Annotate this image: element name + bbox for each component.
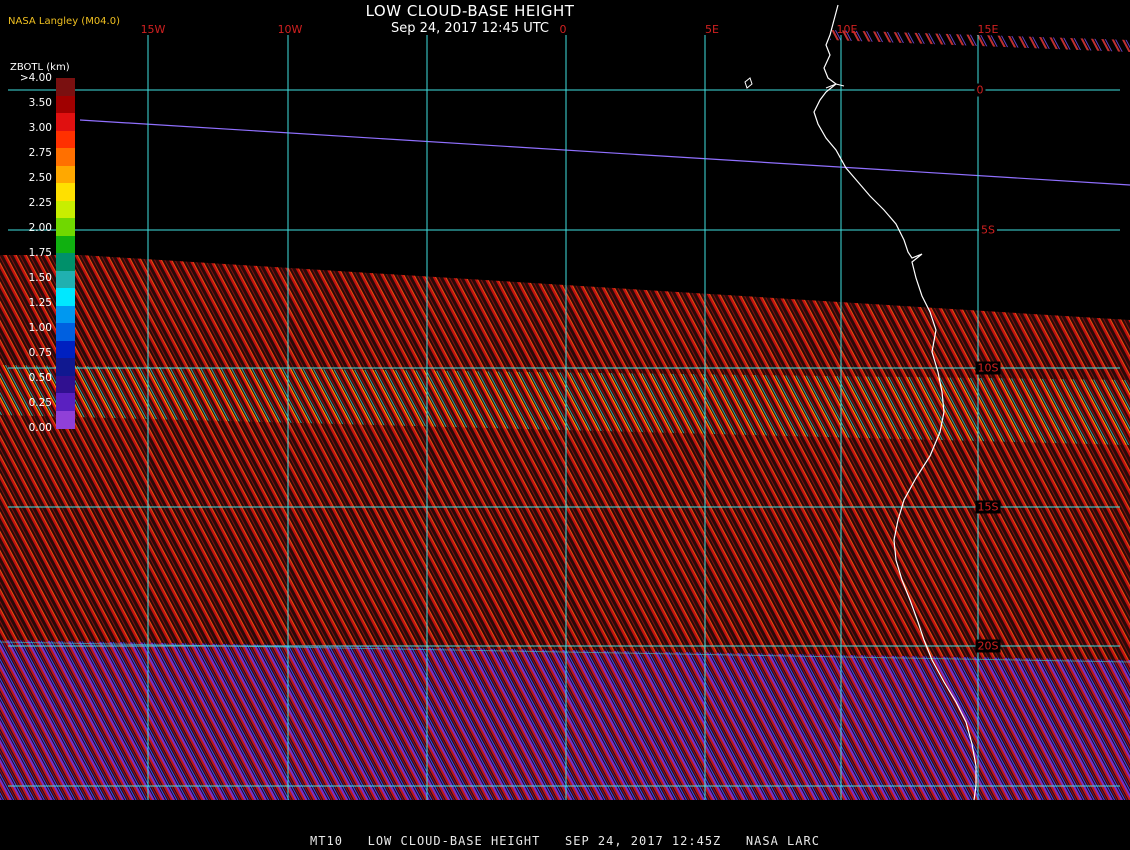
legend-swatch [56, 253, 75, 271]
legend-swatch [56, 393, 75, 411]
legend-swatch [56, 410, 75, 429]
legend-tick-label: 1.75 [28, 247, 52, 259]
legend-tick-label: 1.00 [28, 322, 52, 334]
legend-swatch [56, 78, 75, 96]
legend-tick-label: 0.00 [28, 422, 52, 434]
legend-swatch [56, 183, 75, 201]
legend-swatch [56, 375, 75, 394]
legend-swatch [56, 288, 75, 306]
legend-swatch [56, 148, 75, 166]
legend-swatch [56, 165, 75, 184]
legend-tick-label: >4.00 [19, 72, 52, 84]
legend-tick-label: 1.50 [28, 272, 52, 284]
legend-swatch [56, 130, 75, 149]
legend-tick-label: 3.00 [28, 122, 52, 134]
legend-tick-label: 2.25 [28, 197, 52, 209]
cloud-swath-south [0, 640, 1130, 800]
legend-swatch [56, 340, 75, 359]
legend-swatch [56, 358, 75, 376]
legend-tick-label: 0.50 [28, 372, 52, 384]
lon-label-15e: 15E [977, 23, 999, 36]
legend-tick-label: 2.75 [28, 147, 52, 159]
map-canvas [0, 4, 1130, 801]
cloud-swath-main [0, 255, 1130, 660]
lat-label-10s: 10S [975, 361, 1001, 375]
lat-label-0: 0 [974, 83, 986, 97]
satellite-map-viewer: LOW CLOUD-BASE HEIGHT Sep 24, 2017 12:45… [0, 0, 1130, 850]
legend-swatch [56, 95, 75, 114]
lon-label-0: 0 [559, 23, 567, 36]
legend-swatch [56, 218, 75, 236]
agency-label: NASA Langley (M04.0) [8, 16, 120, 27]
footer-caption: MT10 LOW CLOUD-BASE HEIGHT SEP 24, 2017 … [310, 834, 820, 848]
map-title: LOW CLOUD-BASE HEIGHT [365, 2, 575, 20]
legend-swatch [56, 270, 75, 289]
lat-label-15s: 15S [975, 500, 1001, 514]
lon-label-15w: 15W [140, 23, 166, 36]
legend-tick-label: 2.00 [28, 222, 52, 234]
island-bioko [744, 77, 753, 89]
legend-swatch [56, 200, 75, 219]
legend-tick-label: 1.25 [28, 297, 52, 309]
lon-label-5e: 5E [705, 23, 719, 36]
legend-tick-label: 3.50 [28, 97, 52, 109]
legend-swatch [56, 235, 75, 254]
legend-swatch [56, 305, 75, 324]
legend-tick-label: 0.75 [28, 347, 52, 359]
lat-label-20s: 20S [975, 639, 1001, 653]
legend-tick-label: 0.25 [28, 397, 52, 409]
lat-label-5s: 5S [979, 223, 997, 237]
legend-tick-label: 2.50 [28, 172, 52, 184]
lon-label-10w: 10W [277, 23, 303, 36]
lon-label-10e: 10E [836, 23, 858, 36]
legend-swatch [56, 323, 75, 341]
legend-swatch [56, 113, 75, 131]
scan-line [79, 119, 1130, 186]
